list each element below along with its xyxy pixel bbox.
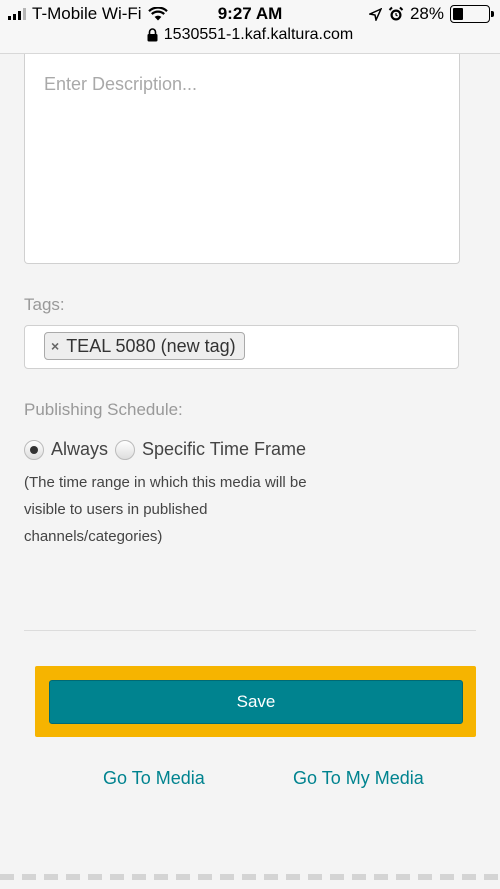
radio-always-label[interactable]: Always — [51, 439, 108, 460]
battery-icon — [450, 5, 494, 23]
status-left: T-Mobile Wi-Fi — [8, 4, 168, 24]
location-arrow-icon — [368, 7, 382, 21]
schedule-help-text: (The time range in which this media will… — [24, 474, 307, 545]
tags-input[interactable]: × TEAL 5080 (new tag) — [24, 325, 459, 369]
remove-tag-icon[interactable]: × — [51, 338, 59, 354]
radio-always[interactable] — [24, 439, 44, 460]
bottom-edge — [0, 874, 500, 880]
go-to-my-media-link[interactable]: Go To My Media — [293, 768, 424, 789]
save-button[interactable]: Save — [49, 680, 463, 724]
alarm-icon — [388, 6, 404, 21]
wifi-icon — [147, 7, 168, 21]
radio-specific-time-frame[interactable] — [115, 439, 136, 460]
description-textarea[interactable] — [24, 54, 460, 264]
tags-label: Tags: — [24, 295, 65, 314]
go-to-media-link[interactable]: Go To Media — [103, 768, 205, 789]
divider — [24, 630, 476, 631]
carrier-name: T-Mobile Wi-Fi — [32, 4, 142, 23]
status-bar: T-Mobile Wi-Fi 9:27 AM 28% 1530551-1.kaf… — [0, 0, 500, 54]
tag-chip: × TEAL 5080 (new tag) — [44, 332, 245, 360]
battery-percent: 28% — [409, 4, 444, 23]
url-text: 1530551-1.kaf.kaltura.com — [163, 26, 354, 43]
status-right: 28% — [368, 4, 494, 24]
publishing-schedule-label: Publishing Schedule: — [24, 400, 183, 419]
radio-specific-time-frame-label[interactable]: Specific Time Frame — [142, 439, 306, 460]
signal-icon — [8, 8, 26, 20]
tag-text: TEAL 5080 (new tag) — [66, 335, 236, 356]
save-highlight: Save — [35, 666, 476, 737]
lock-icon — [147, 28, 158, 42]
schedule-options: Always Specific Time Frame — [24, 439, 313, 460]
address-bar[interactable]: 1530551-1.kaf.kaltura.com — [0, 26, 500, 44]
